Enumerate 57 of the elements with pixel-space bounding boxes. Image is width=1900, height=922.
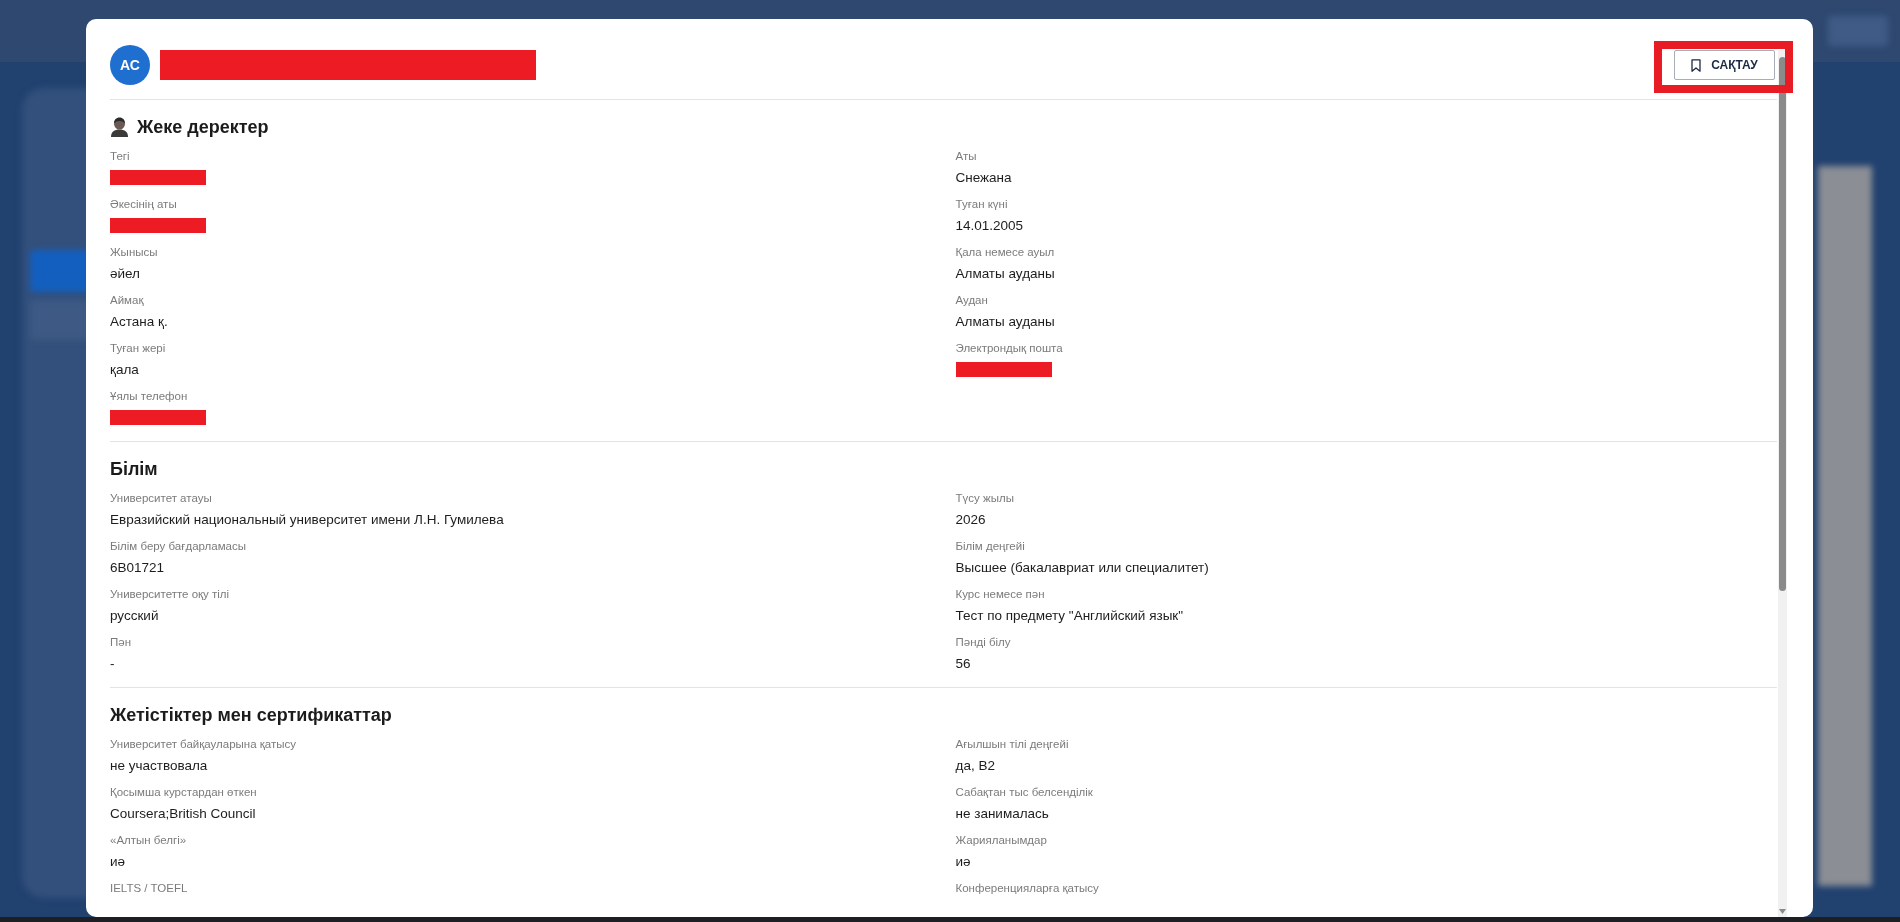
field-label: Сабақтан тыс белсенділік bbox=[955, 785, 1094, 800]
field-value: иә bbox=[955, 853, 972, 871]
section-title: Жеке деректер bbox=[137, 116, 269, 139]
field-label: Пәнді білу bbox=[955, 635, 1012, 650]
field-label: Пән bbox=[110, 635, 132, 650]
field-value: Высшее (бакалавриат или специалитет) bbox=[955, 559, 1210, 577]
field-value: русский bbox=[110, 607, 160, 625]
field-value: Снежана bbox=[955, 169, 1013, 187]
field-label: Аты bbox=[955, 149, 978, 164]
field-label: Ағылшын тілі деңгейі bbox=[955, 737, 1070, 752]
field-label: Әкесінің аты bbox=[110, 197, 178, 212]
field-label: Электрондық пошта bbox=[955, 341, 1064, 356]
field-label: Қосымша курстардан өткен bbox=[110, 785, 258, 800]
save-button[interactable]: САҚТАУ bbox=[1674, 50, 1775, 80]
field-label: Университет атауы bbox=[110, 491, 213, 506]
field-label: Жарияланымдар bbox=[955, 833, 1048, 848]
field-value: Тест по предмету "Английский язык" bbox=[955, 607, 1185, 625]
field-value: да, B2 bbox=[955, 757, 996, 775]
section-title: Жетістіктер мен сертификаттар bbox=[110, 704, 392, 727]
field-label: Аудан bbox=[955, 293, 989, 308]
field-value: Coursera;British Council bbox=[110, 805, 257, 823]
field-value: 6B01721 bbox=[110, 559, 166, 577]
field-label: Білім беру бағдарламасы bbox=[110, 539, 247, 554]
section-title: Білім bbox=[110, 458, 158, 481]
field-value: иә bbox=[110, 853, 127, 871]
field-value: - bbox=[110, 655, 116, 673]
field-value: қала bbox=[110, 361, 140, 379]
field-label: Аймақ bbox=[110, 293, 145, 308]
field-label: Туған күні bbox=[955, 197, 1009, 212]
bookmark-icon bbox=[1691, 58, 1702, 72]
field-value: Астана қ. bbox=[110, 313, 169, 331]
field-value: 14.01.2005 bbox=[955, 217, 1025, 235]
field-value: Алматы ауданы bbox=[955, 265, 1056, 283]
field-label: Қала немесе ауыл bbox=[955, 245, 1056, 260]
field-label: Ұялы телефон bbox=[110, 389, 189, 404]
field-label: Білім деңгейі bbox=[955, 539, 1026, 554]
field-label: Жынысы bbox=[110, 245, 159, 260]
field-label: Туған жері bbox=[110, 341, 167, 356]
field-value: не занималась bbox=[955, 805, 1050, 823]
field-value: 56 bbox=[955, 655, 972, 673]
field-value: Евразийский национальный университет имени Л.Н. Гумилева bbox=[110, 511, 505, 529]
field-label: Университет байқауларына қатысу bbox=[110, 737, 297, 752]
field-label: Түсу жылы bbox=[955, 491, 1015, 506]
field-value: Алматы ауданы bbox=[955, 313, 1056, 331]
field-label: «Алтын белгі» bbox=[110, 833, 188, 848]
avatar: АС bbox=[110, 45, 150, 85]
field-label: Курс немесе пән bbox=[955, 587, 1046, 602]
field-label: Тегі bbox=[110, 149, 131, 164]
field-value: не участвовала bbox=[110, 757, 209, 775]
scroll-down-icon[interactable] bbox=[1779, 909, 1786, 914]
scrollbar-thumb[interactable] bbox=[1779, 57, 1786, 591]
field-value: әйел bbox=[110, 265, 141, 283]
field-label: Университетте оқу тілі bbox=[110, 587, 231, 602]
scrollbar-track[interactable] bbox=[1778, 50, 1787, 917]
field-label: Конференцияларға қатысу bbox=[955, 881, 1100, 896]
field-value: 2026 bbox=[955, 511, 987, 529]
field-label: IELTS / TOEFL bbox=[110, 881, 189, 896]
